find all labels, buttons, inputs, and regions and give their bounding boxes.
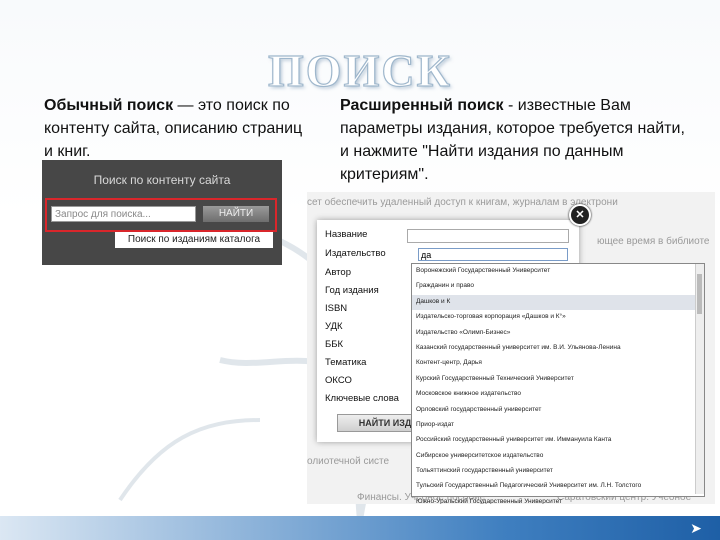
dropdown-scrollbar[interactable]: [695, 264, 704, 494]
field-label-publisher: Издательство: [325, 248, 386, 259]
field-label-author: Автор: [325, 267, 351, 278]
slide: ПОИСК Обычный поиск — это поиск по конте…: [0, 0, 720, 540]
suggestion-item[interactable]: Московское книжное издательство: [412, 387, 704, 402]
simple-search-description: Обычный поиск — это поиск по контенту са…: [44, 94, 314, 163]
footer-bar: [0, 516, 720, 540]
simple-search-widget: Поиск по контенту сайта Запрос для поиск…: [42, 160, 282, 265]
background-text-bottom: олиотечной систе: [307, 456, 390, 467]
simple-search-term: Обычный поиск: [44, 97, 174, 114]
suggestion-item[interactable]: Тульский Государственный Педагогический …: [412, 479, 704, 494]
advanced-search-description: Расширенный поиск - известные Вам параме…: [340, 94, 690, 186]
suggestion-item[interactable]: Тольяттинский государственный университе…: [412, 464, 704, 479]
field-label-okso: ОКСО: [325, 375, 352, 386]
field-label-keywords: Ключевые слова: [325, 393, 399, 404]
suggestion-item[interactable]: Южно-Уральский Государственный Университ…: [412, 495, 704, 504]
advanced-search-screenshot: сет обеспечить удаленный доступ к книгам…: [307, 192, 715, 504]
suggestion-item[interactable]: Сибирское университетское издательство: [412, 449, 704, 464]
close-icon[interactable]: ✕: [569, 204, 591, 226]
advanced-search-term: Расширенный поиск: [340, 97, 504, 114]
suggestion-item[interactable]: Курский Государственный Технический Унив…: [412, 372, 704, 387]
suggestion-item[interactable]: Российский государственный университет и…: [412, 433, 704, 448]
field-label-topic: Тематика: [325, 357, 367, 368]
title-input[interactable]: [407, 229, 569, 243]
suggestion-item[interactable]: Воронежский Государственный Университет: [412, 264, 704, 279]
background-text-mid: ющее время в библиоте: [597, 236, 710, 247]
find-button[interactable]: НАЙТИ: [203, 206, 269, 222]
highlight-frame: Запрос для поиска... НАЙТИ: [45, 198, 277, 232]
suggestion-item[interactable]: Контент-центр, Дарья: [412, 356, 704, 371]
field-label-bbk: ББК: [325, 339, 344, 350]
field-label-udc: УДК: [325, 321, 343, 332]
field-label-isbn: ISBN: [325, 303, 348, 314]
catalog-search-link[interactable]: Поиск по изданиям каталога: [115, 232, 273, 248]
slide-title: ПОИСК: [267, 44, 452, 96]
suggestion-item[interactable]: Приор-издат: [412, 418, 704, 433]
suggestion-item[interactable]: Дашков и К: [412, 294, 704, 311]
simple-search-title: Поиск по контенту сайта: [93, 173, 231, 187]
publisher-input[interactable]: да: [418, 248, 568, 261]
search-input[interactable]: Запрос для поиска...: [51, 206, 196, 222]
field-label-title: Название: [325, 229, 368, 240]
suggestion-item[interactable]: Орловский государственный университет: [412, 403, 704, 418]
suggestion-item[interactable]: Гражданин и право: [412, 279, 704, 294]
field-label-year: Год издания: [325, 285, 379, 296]
suggestion-item[interactable]: Издательство «Олимп-Бизнес»: [412, 326, 704, 341]
next-arrow-icon[interactable]: ➤: [686, 520, 706, 536]
suggestion-item[interactable]: Издательско-торговая корпорация «Дашков …: [412, 310, 704, 325]
scrollbar-thumb[interactable]: [697, 274, 702, 314]
suggestion-item[interactable]: Казанский государственный университет им…: [412, 341, 704, 356]
publisher-suggestions: Воронежский Государственный Университет Г…: [411, 263, 705, 504]
